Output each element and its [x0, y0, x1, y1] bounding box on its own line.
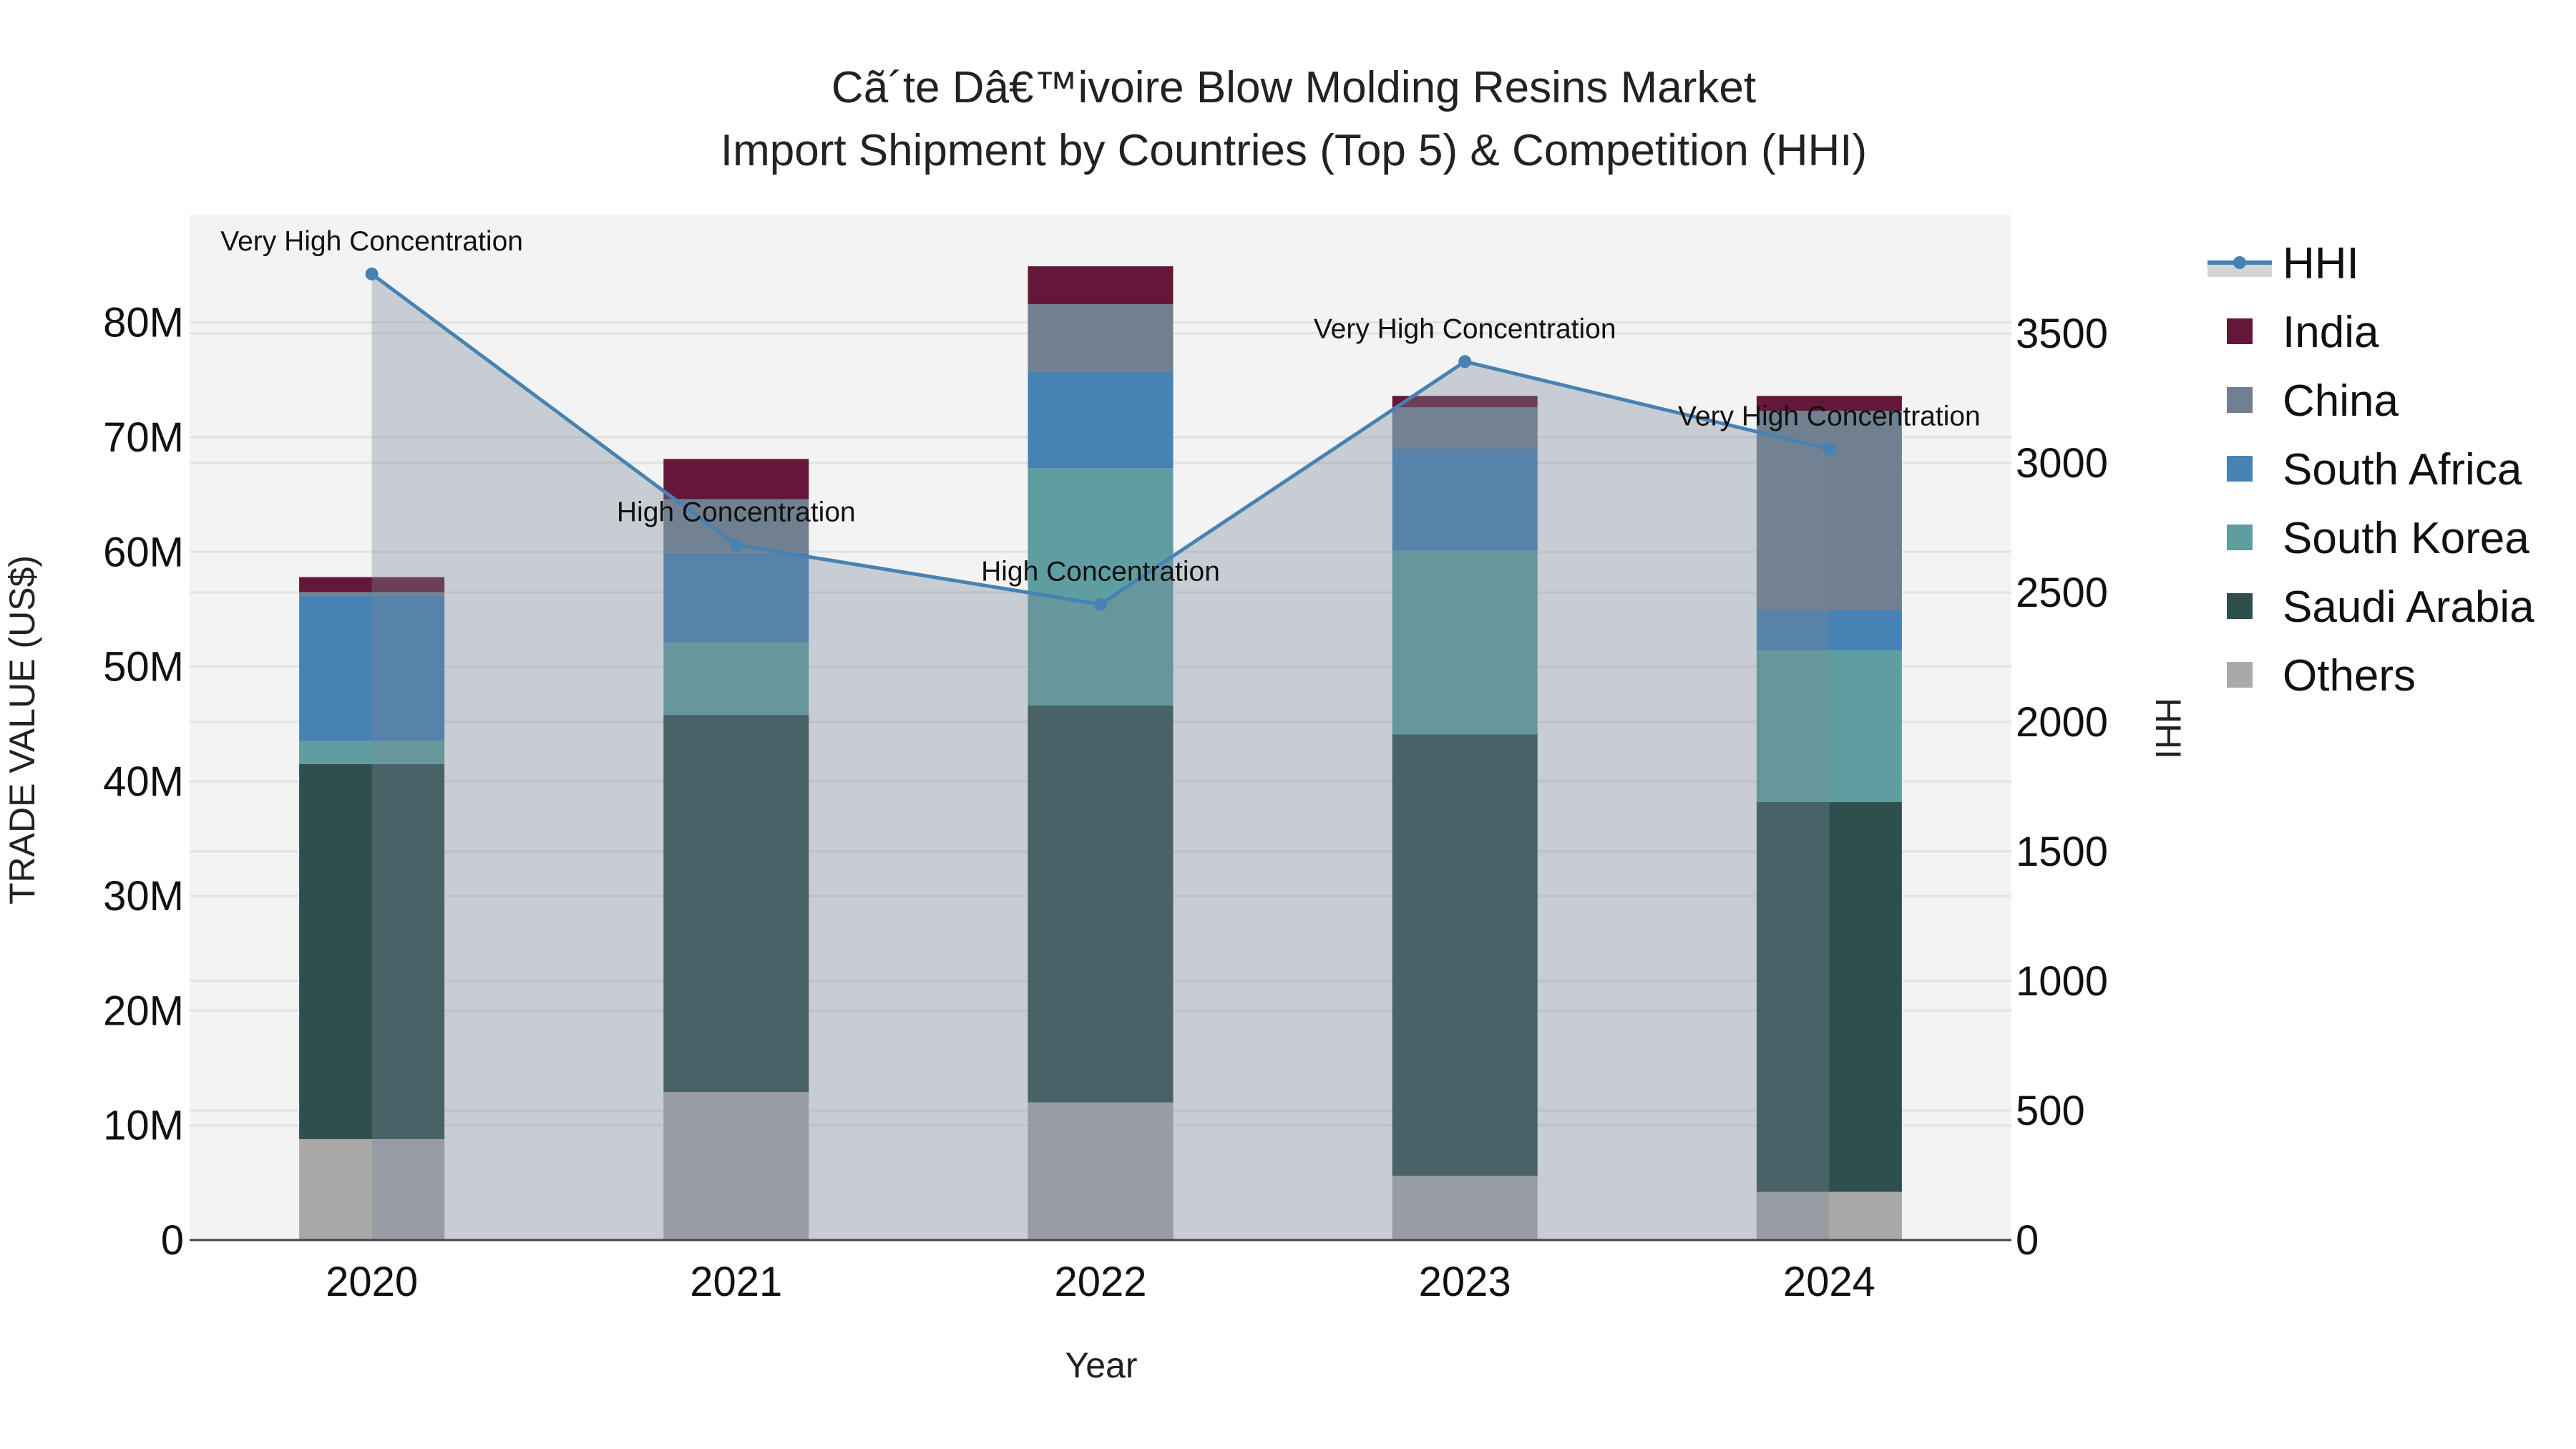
y-axis-ticks: 0 10M 20M 30M 40M 50M 60M 70M 80M: [103, 300, 184, 1264]
x-tick-label: 2020: [326, 1259, 418, 1305]
y2-tick-label: 500: [2016, 1088, 2085, 1134]
y-tick-label: 60M: [103, 529, 184, 575]
hhi-point-2020: [365, 267, 379, 280]
legend-label: Others: [2283, 651, 2416, 701]
hhi-point-2024: [1823, 442, 1836, 456]
y-tick-label: 70M: [103, 414, 184, 461]
hhi-point-2022: [1094, 597, 1107, 611]
legend-swatch: [2227, 387, 2253, 413]
y-tick-label: 80M: [103, 300, 184, 346]
bar-china-2022: [1028, 304, 1174, 372]
y2-tick-label: 1000: [2016, 958, 2108, 1005]
y2-tick-label: 2500: [2016, 570, 2108, 616]
y2-tick-label: 3000: [2016, 440, 2108, 487]
x-axis-title: Year: [1065, 1345, 1137, 1385]
legend-label: HHI: [2283, 239, 2359, 288]
hhi-annotation-2021: High Concentration: [617, 497, 856, 528]
y2-tick-label: 1500: [2016, 829, 2108, 875]
y-axis-title: TRADE VALUE (US$): [2, 555, 42, 904]
hhi-point-2021: [729, 538, 743, 552]
hhi-annotation-2020: Very High Concentration: [220, 226, 523, 257]
y-tick-label: 0: [161, 1217, 184, 1264]
hhi-annotation-2022: High Concentration: [981, 557, 1220, 587]
bar-india-2022: [1028, 266, 1174, 305]
legend-swatch: [2227, 456, 2253, 482]
legend-swatch: [2227, 662, 2253, 688]
legend-label: Saudi Arabia: [2283, 582, 2534, 632]
legend-swatch: [2227, 318, 2253, 344]
legend-swatch: [2227, 593, 2253, 619]
y2-tick-label: 2000: [2016, 699, 2108, 746]
legend-hhi-marker: [2233, 256, 2246, 269]
chart-subtitle: Import Shipment by Countries (Top 5) & C…: [721, 126, 1867, 175]
bar-south-africa-2022: [1028, 371, 1174, 469]
legend-label: China: [2283, 376, 2399, 426]
hhi-annotation-2023: Very High Concentration: [1314, 313, 1616, 344]
hhi-annotation-2024: Very High Concentration: [1678, 401, 1981, 432]
y-tick-label: 20M: [103, 987, 184, 1034]
hhi-point-2023: [1458, 355, 1472, 369]
legend-label: South Korea: [2283, 514, 2529, 563]
y-tick-label: 10M: [103, 1103, 184, 1149]
x-tick-label: 2024: [1783, 1259, 1875, 1305]
y2-tick-label: 3500: [2016, 311, 2108, 357]
legend-label: India: [2283, 308, 2379, 357]
x-tick-label: 2021: [690, 1259, 782, 1305]
legend-swatch: [2227, 525, 2253, 550]
y2-axis-title: HHI: [2148, 698, 2188, 759]
y-tick-label: 40M: [103, 758, 184, 805]
y-tick-label: 30M: [103, 873, 184, 919]
chart: Very High Concentration High Concentratio…: [0, 0, 2576, 1449]
bar-india-2021: [663, 459, 809, 499]
x-tick-label: 2023: [1419, 1259, 1511, 1305]
y-tick-label: 50M: [103, 644, 184, 691]
y2-tick-label: 0: [2016, 1217, 2039, 1264]
legend-label: South Africa: [2283, 445, 2522, 494]
x-tick-label: 2022: [1054, 1259, 1146, 1305]
chart-title: Cã´te Dâ€™ivoire Blow Molding Resins Mar…: [831, 63, 1756, 112]
